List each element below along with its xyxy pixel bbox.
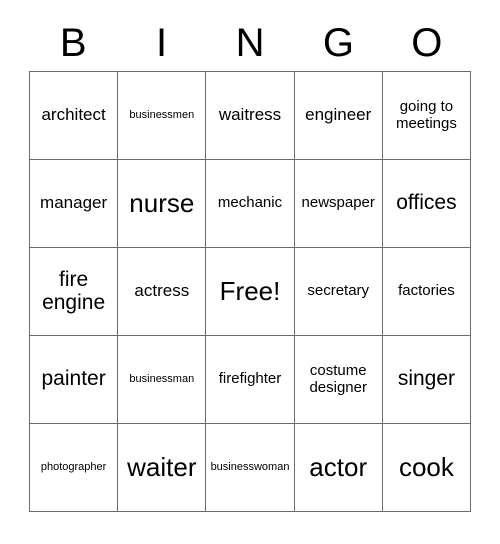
bingo-cell[interactable]: engineer — [294, 72, 383, 160]
bingo-cell[interactable]: factories — [382, 248, 472, 336]
bingo-cell[interactable]: mechanic — [206, 160, 295, 248]
bingo-cell-label: actress — [134, 281, 190, 301]
bingo-cell[interactable]: manager — [30, 160, 119, 248]
bingo-cell-label: manager — [40, 193, 108, 213]
bingo-cell-label: newspaper — [301, 194, 375, 212]
bingo-cell[interactable]: offices — [382, 160, 472, 248]
bingo-cell-label: businesswoman — [210, 460, 290, 473]
bingo-row: photographer waiter businesswoman actor … — [30, 424, 472, 512]
bingo-cell[interactable]: waitress — [206, 72, 295, 160]
bingo-cell-label: going to meetings — [395, 98, 457, 132]
bingo-cell[interactable]: waiter — [118, 424, 207, 512]
bingo-cell[interactable]: nurse — [118, 160, 207, 248]
bingo-cell-label: architect — [41, 105, 106, 125]
bingo-cell[interactable]: businesswoman — [206, 424, 295, 512]
bingo-cell[interactable]: businessman — [118, 336, 207, 424]
bingo-cell[interactable]: secretary — [294, 248, 383, 336]
header-letter-n: N — [235, 20, 265, 65]
bingo-row: architect businessmen waitress engineer … — [30, 72, 472, 160]
header-letter-b: B — [59, 20, 87, 65]
bingo-cell[interactable]: actress — [118, 248, 207, 336]
bingo-cell[interactable]: cook — [382, 424, 472, 512]
bingo-cell-label: painter — [41, 367, 106, 391]
bingo-cell-label: factories — [398, 282, 455, 300]
bingo-header: B I N G O — [29, 14, 471, 71]
bingo-cell-label: businessmen — [129, 108, 195, 121]
bingo-cell-label: firefighter — [218, 370, 282, 388]
bingo-cell-label: cook — [398, 452, 454, 483]
bingo-cell-free[interactable]: Free! — [206, 248, 295, 336]
bingo-cell[interactable]: photographer — [30, 424, 119, 512]
header-letter-i: I — [156, 20, 168, 65]
bingo-cell[interactable]: actor — [294, 424, 383, 512]
bingo-cell-label: costume designer — [309, 362, 367, 396]
bingo-cell-label: fire engine — [42, 267, 106, 314]
bingo-cell-label: Free! — [219, 276, 281, 307]
bingo-cell-label: singer — [397, 367, 456, 391]
bingo-cell[interactable]: singer — [382, 336, 472, 424]
bingo-cell[interactable]: going to meetings — [382, 72, 472, 160]
bingo-card: B I N G O architect businessmen waitress… — [29, 14, 472, 512]
header-letter-o: O — [411, 20, 443, 65]
bingo-cell[interactable]: fire engine — [30, 248, 119, 336]
bingo-cell[interactable]: businessmen — [118, 72, 207, 160]
bingo-cell-label: photographer — [40, 460, 107, 473]
bingo-cell-label: actor — [309, 452, 368, 483]
bingo-row: fire engine actress Free! secretary fact… — [30, 248, 472, 336]
bingo-cell-label: secretary — [307, 282, 370, 300]
bingo-cell-label: offices — [396, 191, 457, 215]
bingo-cell-label: waitress — [218, 105, 282, 125]
bingo-cell[interactable]: painter — [30, 336, 119, 424]
bingo-cell-label: waiter — [127, 452, 197, 483]
bingo-cell-label: mechanic — [217, 194, 283, 212]
bingo-cell[interactable]: architect — [30, 72, 119, 160]
bingo-grid: architect businessmen waitress engineer … — [29, 71, 472, 512]
bingo-cell[interactable]: costume designer — [294, 336, 383, 424]
bingo-cell[interactable]: newspaper — [294, 160, 383, 248]
bingo-cell-label: engineer — [305, 105, 372, 125]
header-letter-g: G — [322, 20, 354, 65]
bingo-cell-label: nurse — [129, 188, 195, 219]
bingo-cell-label: businessman — [129, 372, 195, 385]
bingo-row: manager nurse mechanic newspaper offices — [30, 160, 472, 248]
bingo-row: painter businessman firefighter costume … — [30, 336, 472, 424]
bingo-cell[interactable]: firefighter — [206, 336, 295, 424]
